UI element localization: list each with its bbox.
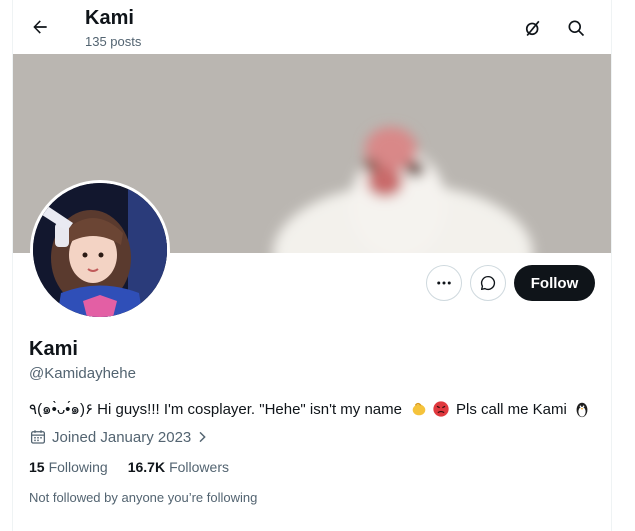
following-link[interactable]: 15 Following xyxy=(29,459,108,475)
back-button[interactable] xyxy=(23,10,57,44)
following-label: Following xyxy=(48,459,108,475)
calendar-icon xyxy=(30,430,46,444)
grok-icon xyxy=(525,20,540,37)
avatar xyxy=(33,183,167,317)
message-bubble-icon xyxy=(480,275,496,291)
message-button[interactable] xyxy=(470,265,506,301)
header-title: Kami xyxy=(85,7,134,29)
joined-date[interactable]: Joined January 2023 xyxy=(29,428,210,446)
arrow-left-icon xyxy=(33,20,47,34)
user-handle: @Kamidayhehe xyxy=(29,365,136,382)
bio-text-start: ٩(๑•̀ᴗ•́๑)۶ Hi guys!!! I'm cosplayer. "H… xyxy=(29,401,402,418)
followers-link[interactable]: 16.7K Followers xyxy=(128,459,229,475)
joined-text: Joined January 2023 xyxy=(52,428,192,446)
header-post-count: 135 posts xyxy=(85,34,142,49)
search-button[interactable] xyxy=(559,11,593,45)
avatar-image xyxy=(33,183,167,317)
more-button[interactable] xyxy=(426,265,462,301)
angry-face-emoji-icon xyxy=(433,401,449,417)
column-border-right xyxy=(611,0,612,531)
top-bar: Kami 135 posts xyxy=(13,0,611,54)
profile-page: Kami 135 posts Follow Kami @Kamidayhehe … xyxy=(0,0,635,531)
bio-text-end: Pls call me Kami xyxy=(455,400,567,418)
bio: ٩(๑•̀ᴗ•́๑)۶ Hi guys!!! I'm cosplayer. "H… xyxy=(29,397,593,421)
grok-button[interactable] xyxy=(516,11,550,45)
follow-button[interactable]: Follow xyxy=(514,265,595,301)
display-name: Kami xyxy=(29,338,78,360)
followers-label: Followers xyxy=(169,459,229,475)
avatar-frame[interactable] xyxy=(30,180,170,320)
more-horizontal-icon xyxy=(437,281,451,285)
penguin-emoji-icon xyxy=(576,402,588,418)
not-followed-note: Not followed by anyone you’re following xyxy=(29,490,258,505)
following-count: 15 xyxy=(29,459,45,475)
pinch-hand-emoji-icon xyxy=(412,402,426,416)
chevron-right-icon xyxy=(199,431,206,443)
search-icon xyxy=(568,20,585,37)
followers-count: 16.7K xyxy=(127,459,166,475)
follow-stats: 15 Following 16.7K Followers xyxy=(29,459,229,475)
